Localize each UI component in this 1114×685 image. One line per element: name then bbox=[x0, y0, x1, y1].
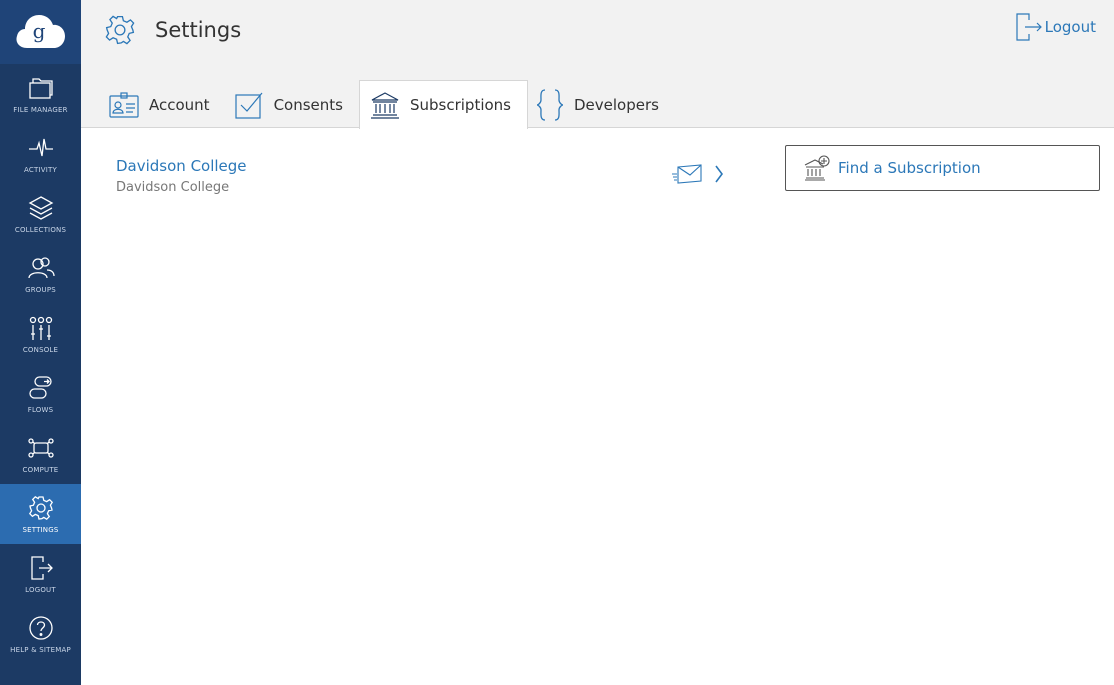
tab-label: Subscriptions bbox=[409, 96, 511, 114]
gear-icon bbox=[28, 495, 53, 521]
sidebar-item-settings[interactable]: SETTINGS bbox=[0, 484, 81, 544]
compute-icon bbox=[27, 438, 54, 458]
layers-icon bbox=[28, 196, 53, 220]
sidebar-item-compute[interactable]: COMPUTE bbox=[0, 424, 81, 484]
tab-consents[interactable]: Consents bbox=[226, 80, 359, 129]
svg-text:g: g bbox=[32, 19, 45, 43]
page-title: Settings bbox=[155, 18, 242, 42]
sidebar-item-collections[interactable]: COLLECTIONS bbox=[0, 184, 81, 244]
sidebar-item-console[interactable]: CONSOLE bbox=[0, 304, 81, 364]
bank-building-icon bbox=[370, 92, 399, 119]
tab-account[interactable]: Account bbox=[101, 80, 226, 129]
sidebar-item-label: FILE MANAGER bbox=[13, 106, 68, 114]
bank-add-icon bbox=[804, 155, 830, 181]
subscription-name-link[interactable]: Davidson College bbox=[116, 157, 731, 175]
help-icon bbox=[28, 616, 53, 640]
tab-label: Consents bbox=[273, 95, 343, 114]
id-card-icon bbox=[109, 91, 139, 118]
chevron-right-icon[interactable] bbox=[713, 163, 725, 189]
sidebar-item-groups[interactable]: GROUPS bbox=[0, 244, 81, 304]
sidebar-item-label: ACTIVITY bbox=[24, 166, 57, 174]
sidebar-item-label: HELP & SITEMAP bbox=[10, 646, 71, 654]
folders-icon bbox=[28, 78, 53, 99]
activity-icon bbox=[28, 138, 53, 157]
tab-developers[interactable]: Developers bbox=[528, 80, 675, 129]
globus-cloud-logo-icon: g bbox=[15, 15, 65, 48]
sidebar-item-label: COMPUTE bbox=[22, 466, 59, 474]
sidebar-item-label: CONSOLE bbox=[22, 346, 59, 354]
tab-label: Account bbox=[149, 95, 210, 114]
page-title-group: Settings bbox=[103, 13, 241, 47]
sidebar: g FILE MANAGER ACTIVITY COLLECTIONS GROU… bbox=[0, 0, 81, 685]
tab-subscriptions[interactable]: Subscriptions bbox=[358, 80, 528, 130]
sidebar-item-label: LOGOUT bbox=[25, 586, 56, 594]
logout-label: Logout bbox=[1044, 18, 1096, 36]
envelope-icon[interactable] bbox=[671, 163, 703, 189]
list-item: Davidson College Davidson College bbox=[116, 157, 731, 203]
find-subscription-button[interactable]: Find a Subscription bbox=[785, 145, 1100, 191]
subscription-subtitle: Davidson College bbox=[116, 180, 230, 195]
gear-icon bbox=[105, 15, 135, 45]
sidebar-item-label: GROUPS bbox=[25, 286, 56, 294]
sidebar-item-flows[interactable]: FLOWS bbox=[0, 364, 81, 424]
sidebar-item-logout[interactable]: LOGOUT bbox=[0, 544, 81, 604]
settings-header: Settings Logout Account Consents Subscri… bbox=[81, 0, 1114, 130]
sidebar-item-file-manager[interactable]: FILE MANAGER bbox=[0, 64, 81, 124]
sidebar-item-label: SETTINGS bbox=[22, 526, 59, 534]
groups-icon bbox=[27, 257, 55, 279]
sidebar-item-help[interactable]: HELP & SITEMAP bbox=[0, 604, 81, 664]
sidebar-item-label: FLOWS bbox=[27, 406, 54, 414]
logout-link[interactable]: Logout bbox=[1015, 12, 1096, 42]
sliders-icon bbox=[29, 316, 52, 340]
sidebar-item-label: COLLECTIONS bbox=[14, 226, 67, 234]
tab-label: Developers bbox=[574, 95, 659, 114]
curly-braces-icon bbox=[536, 88, 564, 121]
globus-logo[interactable]: g bbox=[0, 0, 81, 64]
checkbox-checked-icon bbox=[234, 92, 263, 119]
logout-icon bbox=[30, 556, 53, 580]
sidebar-item-activity[interactable]: ACTIVITY bbox=[0, 124, 81, 184]
logout-icon bbox=[1016, 13, 1042, 41]
subscriptions-panel: Davidson College Davidson College Find a… bbox=[81, 129, 1114, 685]
settings-tabs: Account Consents Subscriptions Developer… bbox=[101, 79, 675, 130]
flows-icon bbox=[28, 376, 52, 399]
find-subscription-label: Find a Subscription bbox=[838, 159, 981, 177]
